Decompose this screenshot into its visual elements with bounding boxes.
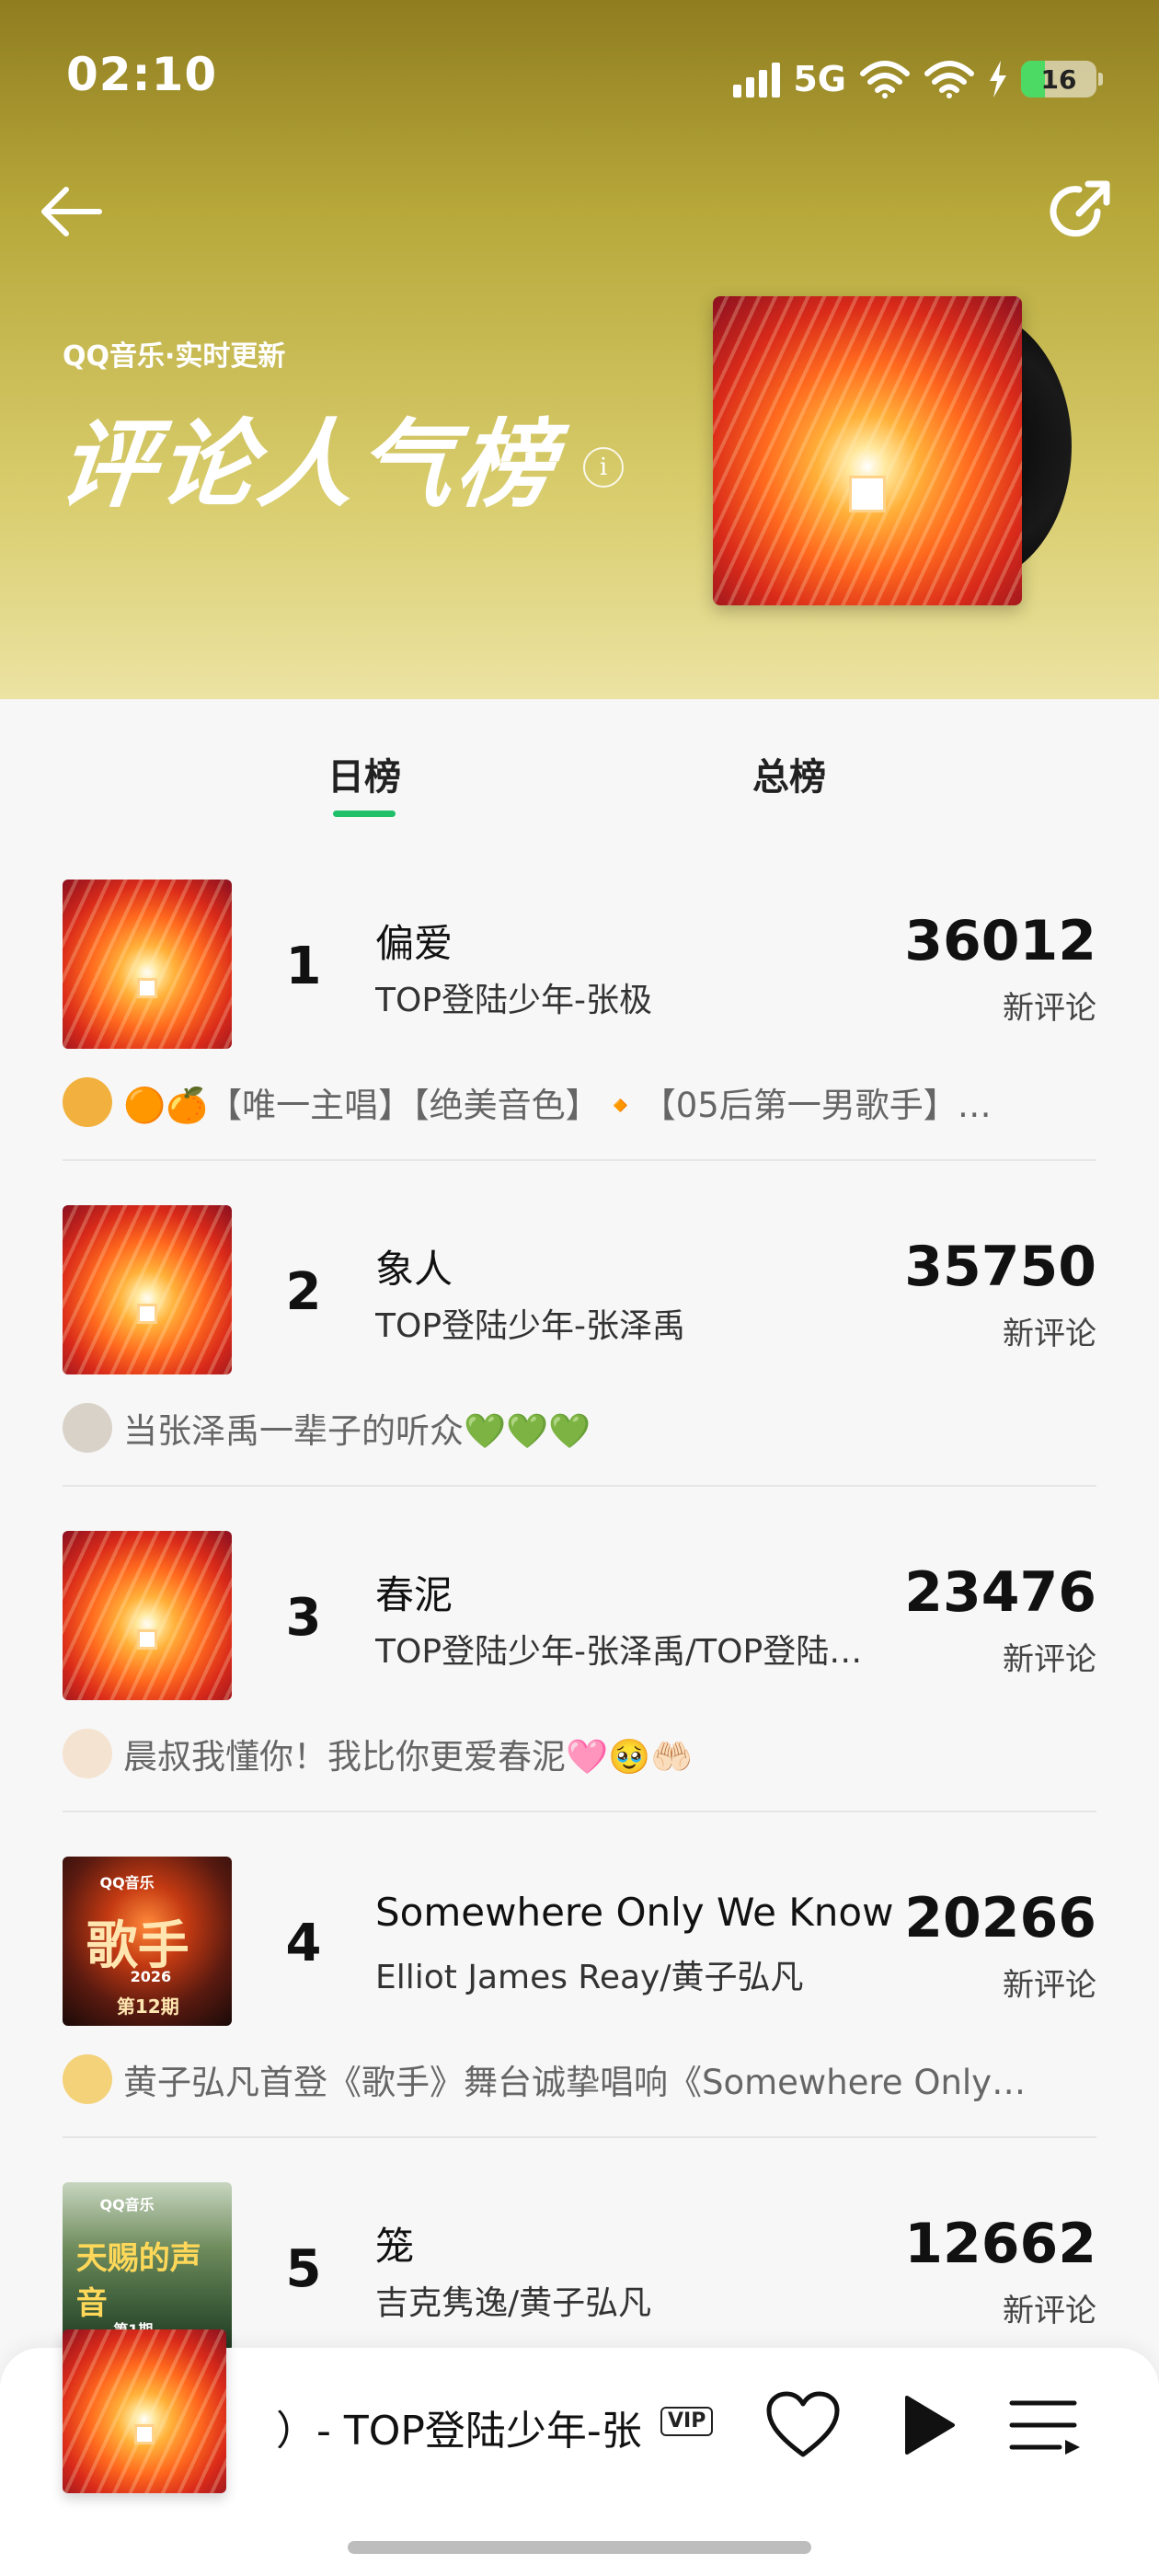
artist-name: TOP登陆少年-张泽禹 — [375, 1307, 686, 1345]
song-title: 象人 — [375, 1247, 453, 1292]
song-title: Somewhere Only We Know — [375, 1890, 894, 1935]
album-cover: QQ音乐 天赐的声音 第1期 — [63, 2182, 232, 2352]
rank-number: 3 — [285, 1588, 322, 1648]
divider — [63, 2136, 1096, 2138]
list-item[interactable]: 1 偏爱 TOP登陆少年-张极 36012 新评论 🟠🍊【唯一主唱】【绝美音色】… — [0, 856, 1159, 1181]
battery-indicator: 16 — [1021, 61, 1103, 98]
comment-count-label: 新评论 — [1003, 1967, 1096, 2004]
album-cover — [63, 1531, 232, 1700]
avatar — [63, 1403, 112, 1453]
rank-number: 5 — [285, 2239, 322, 2299]
comment-count: 36012 — [904, 909, 1096, 973]
rank-number: 4 — [285, 1914, 322, 1973]
wifi-icon — [860, 61, 910, 98]
vip-badge: VIP — [660, 2407, 714, 2436]
divider — [63, 1811, 1096, 1812]
comment-count-label: 新评论 — [1003, 2293, 1096, 2329]
album-cover — [63, 880, 232, 1049]
now-playing-title[interactable]: ）- TOP登陆少年-张 — [276, 2398, 681, 2456]
list-item[interactable]: QQ音乐 歌手 2026 第12期 4 Somewhere Only We Kn… — [0, 1833, 1159, 2158]
top-comment[interactable]: 🟠🍊【唯一主唱】【绝美音色】🔸【05后第一男歌手】… — [63, 1076, 1102, 1128]
avatar — [63, 1077, 112, 1127]
comment-count: 23476 — [904, 1560, 1096, 1625]
network-type: 5G — [793, 59, 846, 99]
list-item[interactable]: 3 春泥 TOP登陆少年-张泽禹/TOP登陆… 23476 新评论 晨叔我懂你！… — [0, 1507, 1159, 1833]
artist-name: TOP登陆少年-张泽禹/TOP登陆… — [375, 1633, 863, 1671]
top-comment[interactable]: 当张泽禹一辈子的听众💚💚💚 — [63, 1402, 1102, 1454]
artist-name: 吉克隽逸/黄子弘凡 — [375, 2284, 652, 2322]
chart-header: 02:10 5G 16 QQ音乐·实时更新 评论人气榜 i — [0, 0, 1159, 699]
artist-name: Elliot James Reay/黄子弘凡 — [375, 1959, 804, 1996]
arrow-left-icon — [41, 187, 102, 236]
avatar — [63, 2054, 112, 2104]
comment-text: 黄子弘凡首登《歌手》舞台诚挚唱响《Somewhere Only… — [123, 2063, 1027, 2102]
now-playing-cover[interactable] — [63, 2329, 226, 2493]
comment-count: 12662 — [904, 2212, 1096, 2276]
list-item[interactable]: 2 象人 TOP登陆少年-张泽禹 35750 新评论 当张泽禹一辈子的听众💚💚💚 — [0, 1181, 1159, 1507]
status-icons: 5G 16 — [733, 52, 1103, 107]
song-title: 春泥 — [375, 1572, 453, 1617]
status-bar: 02:10 5G 16 — [0, 0, 1159, 152]
heart-icon — [766, 2391, 840, 2457]
tab-bar — [0, 699, 1159, 828]
comment-text: 当张泽禹一辈子的听众💚💚💚 — [123, 1411, 591, 1451]
featured-album-cover — [713, 296, 1022, 605]
like-button[interactable] — [763, 2388, 843, 2462]
top-comment[interactable]: 黄子弘凡首登《歌手》舞台诚挚唱响《Somewhere Only… — [63, 2053, 1102, 2105]
top-comment[interactable]: 晨叔我懂你！我比你更爱春泥🩷🥹🤲🏻 — [63, 1728, 1102, 1779]
tab-overall[interactable]: 总榜 — [752, 747, 826, 800]
playlist-button[interactable] — [1004, 2388, 1087, 2462]
comment-count-label: 新评论 — [1003, 1316, 1096, 1352]
album-cover: QQ音乐 歌手 2026 第12期 — [63, 1857, 232, 2026]
chart-title: 评论人气榜 — [53, 408, 563, 521]
play-icon — [905, 2396, 955, 2455]
playlist-icon — [1009, 2400, 1080, 2455]
tab-daily[interactable]: 日榜 — [327, 747, 401, 817]
avatar — [63, 1729, 112, 1778]
comment-count: 35750 — [904, 1235, 1096, 1299]
charging-bolt-icon — [990, 61, 1006, 98]
comment-count-label: 新评论 — [1003, 990, 1096, 1027]
comment-text: 🟠🍊【唯一主唱】【绝美音色】🔸【05后第一男歌手】… — [123, 1086, 992, 1125]
rank-number: 2 — [285, 1262, 322, 1322]
rank-number: 1 — [285, 937, 322, 996]
song-title: 偏爱 — [375, 921, 453, 966]
back-button[interactable] — [35, 175, 109, 248]
info-icon[interactable]: i — [583, 447, 624, 488]
play-button[interactable] — [890, 2388, 964, 2462]
chart-subtitle: QQ音乐·实时更新 — [63, 340, 286, 373]
cellular-signal-icon — [733, 61, 781, 98]
share-icon — [1050, 180, 1110, 237]
comment-count-label: 新评论 — [1003, 1641, 1096, 1678]
album-cover — [63, 1205, 232, 1374]
divider — [63, 1159, 1096, 1161]
status-time: 02:10 — [66, 48, 218, 101]
share-button[interactable] — [1038, 170, 1120, 253]
wifi-icon-2 — [924, 61, 974, 98]
artist-name: TOP登陆少年-张极 — [375, 982, 653, 1019]
song-title: 笼 — [375, 2224, 415, 2269]
home-indicator[interactable] — [348, 2541, 811, 2554]
comment-count: 20266 — [904, 1886, 1096, 1950]
comment-text: 晨叔我懂你！我比你更爱春泥🩷🥹🤲🏻 — [123, 1737, 694, 1777]
divider — [63, 1485, 1096, 1487]
